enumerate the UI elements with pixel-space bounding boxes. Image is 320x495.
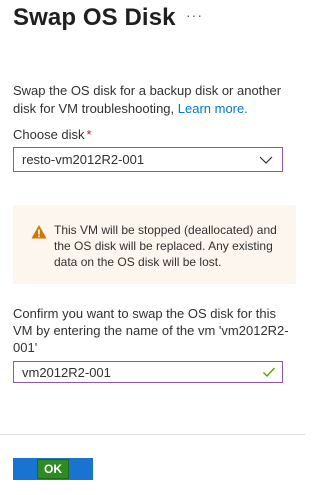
confirm-vm-name-value: vm2012R2-001 <box>22 364 111 380</box>
description: Swap the OS disk for a backup disk or an… <box>13 82 295 118</box>
header: Swap OS Disk <box>13 4 176 32</box>
swap-os-disk-panel: Swap OS Disk ··· Swap the OS disk for a … <box>0 0 305 495</box>
warning-message: This VM will be stopped (deallocated) an… <box>13 205 296 284</box>
ok-button-label: OK <box>37 459 69 479</box>
confirm-vm-name-input[interactable]: vm2012R2-001 <box>13 361 283 383</box>
footer-divider <box>0 434 305 435</box>
confirm-label: Confirm you want to swap the OS disk for… <box>13 306 289 355</box>
chevron-down-icon <box>259 156 273 164</box>
choose-disk-dropdown[interactable]: resto-vm2012R2-001 <box>13 147 283 172</box>
choose-disk-label-text: Choose disk <box>13 127 85 142</box>
ok-button[interactable]: OK <box>13 458 93 480</box>
choose-disk-label: Choose disk * <box>13 127 92 142</box>
required-marker: * <box>86 127 92 142</box>
choose-disk-selected-value: resto-vm2012R2-001 <box>22 152 145 167</box>
check-icon <box>263 367 276 378</box>
learn-more-link[interactable]: Learn more. <box>178 101 248 116</box>
page-title: Swap OS Disk <box>13 4 176 31</box>
more-options-button[interactable]: ··· <box>186 7 203 23</box>
warning-text: This VM will be stopped (deallocated) an… <box>54 223 277 269</box>
warning-icon <box>31 225 47 239</box>
